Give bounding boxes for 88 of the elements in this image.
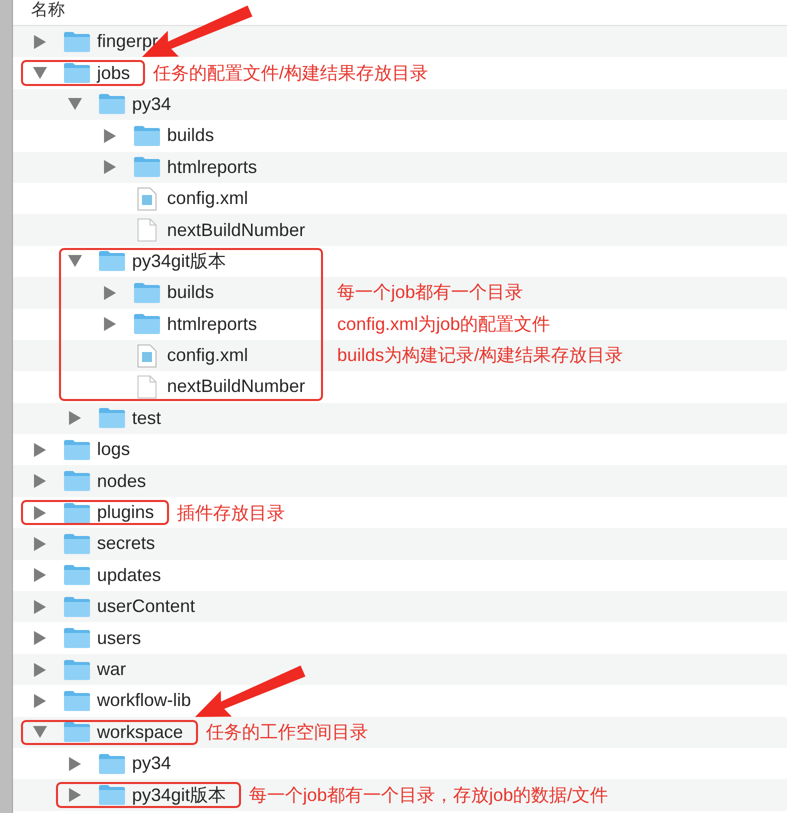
file-name: war: [97, 659, 126, 680]
disclosure-triangle[interactable]: [33, 725, 47, 740]
column-header[interactable]: 名称: [31, 0, 65, 20]
disclosure-triangle[interactable]: [68, 411, 82, 426]
folder-icon: [133, 156, 161, 178]
disclosure-triangle[interactable]: [33, 66, 47, 80]
tree-row[interactable]: py34: [13, 88, 787, 120]
annotation-note: 每一个job都有一个目录: [337, 281, 524, 304]
annotation-note: 插件存放目录: [177, 502, 286, 525]
folder-icon: [63, 658, 91, 680]
folder-icon: [63, 564, 91, 586]
file-name: users: [97, 628, 142, 649]
tree-row[interactable]: nextBuildNumber: [13, 214, 787, 246]
tree-row[interactable]: nodes: [13, 465, 787, 497]
disclosure-triangle[interactable]: [103, 128, 117, 143]
folder-icon: [63, 470, 91, 492]
disclosure-triangle[interactable]: [103, 160, 117, 174]
disclosure-triangle[interactable]: [33, 506, 47, 520]
file-name: nextBuildNumber: [167, 220, 306, 241]
folder-icon: [63, 721, 91, 744]
file-name: workflow-lib: [97, 690, 192, 712]
file-name: secrets: [97, 533, 156, 554]
tree-row[interactable]: war: [13, 654, 787, 686]
file-icon: [137, 374, 157, 399]
annotation-note: 任务的工作空间目录: [206, 721, 368, 744]
file-icon: [137, 218, 157, 242]
folder-icon: [63, 532, 91, 555]
annotation-note: config.xml为job的配置文件: [337, 312, 552, 336]
folder-icon: [63, 502, 91, 524]
file-name: fingerpr: [97, 31, 158, 52]
file-name: htmlreports: [167, 156, 258, 178]
disclosure-triangle[interactable]: [33, 694, 47, 708]
file-name: workspace: [97, 722, 184, 743]
folder-icon: [98, 752, 126, 775]
annotation-note: 每一个job都有一个目录，存放job的数据/文件: [249, 784, 608, 808]
file-name: config.xml: [167, 345, 248, 366]
folder-icon: [63, 596, 91, 618]
folder-icon: [63, 62, 91, 84]
document-icon: [137, 186, 157, 211]
folder-icon: [133, 313, 161, 336]
disclosure-triangle[interactable]: [33, 631, 47, 646]
disclosure-triangle[interactable]: [33, 442, 47, 457]
disclosure-triangle[interactable]: [33, 600, 47, 614]
disclosure-triangle[interactable]: [103, 317, 117, 332]
file-name: updates: [97, 564, 162, 586]
folder-icon: [98, 784, 126, 806]
disclosure-triangle[interactable]: [33, 474, 47, 488]
disclosure-triangle[interactable]: [68, 97, 82, 112]
file-name: plugins: [97, 502, 154, 524]
file-name: logs: [97, 439, 130, 460]
folder-icon: [98, 407, 126, 430]
folder-icon: [133, 282, 161, 304]
folder-icon: [63, 438, 91, 461]
folder-icon: [63, 30, 91, 53]
folder-icon: [98, 250, 126, 272]
folder-icon: [63, 690, 91, 712]
folder-icon: [133, 124, 161, 147]
folder-icon: [98, 93, 126, 116]
tree-row[interactable]: fingerpr: [13, 26, 787, 58]
file-name: test: [132, 408, 162, 429]
tree-row[interactable]: test: [13, 402, 787, 434]
disclosure-triangle[interactable]: [33, 662, 47, 676]
document-icon: [137, 344, 157, 368]
disclosure-triangle[interactable]: [33, 536, 47, 551]
folder-icon: [63, 627, 91, 650]
file-name: htmlreports: [167, 314, 258, 335]
file-name: nodes: [97, 470, 146, 492]
disclosure-triangle[interactable]: [68, 788, 82, 802]
disclosure-triangle[interactable]: [103, 286, 117, 300]
tree-row[interactable]: secrets: [13, 528, 787, 560]
file-name: nextBuildNumber: [167, 376, 306, 398]
annotation-note: 任务的配置文件/构建结果存放目录: [153, 62, 428, 86]
file-name: jobs: [97, 62, 130, 84]
disclosure-triangle[interactable]: [33, 568, 47, 582]
disclosure-triangle[interactable]: [33, 34, 47, 49]
file-name: builds: [167, 282, 214, 304]
tree-row[interactable]: htmlreports: [13, 152, 787, 183]
file-name: py34: [132, 94, 172, 115]
tree-row[interactable]: userContent: [13, 591, 787, 622]
file-name: py34git版本: [132, 250, 226, 272]
disclosure-triangle[interactable]: [68, 254, 82, 268]
disclosure-triangle[interactable]: [68, 756, 82, 771]
file-name: py34git版本: [132, 784, 226, 806]
file-name: userContent: [97, 596, 196, 618]
file-name: builds: [167, 125, 214, 146]
file-name: py34: [132, 753, 172, 774]
file-name: config.xml: [167, 188, 248, 210]
annotation-note: builds为构建记录/构建结果存放目录: [337, 344, 624, 367]
